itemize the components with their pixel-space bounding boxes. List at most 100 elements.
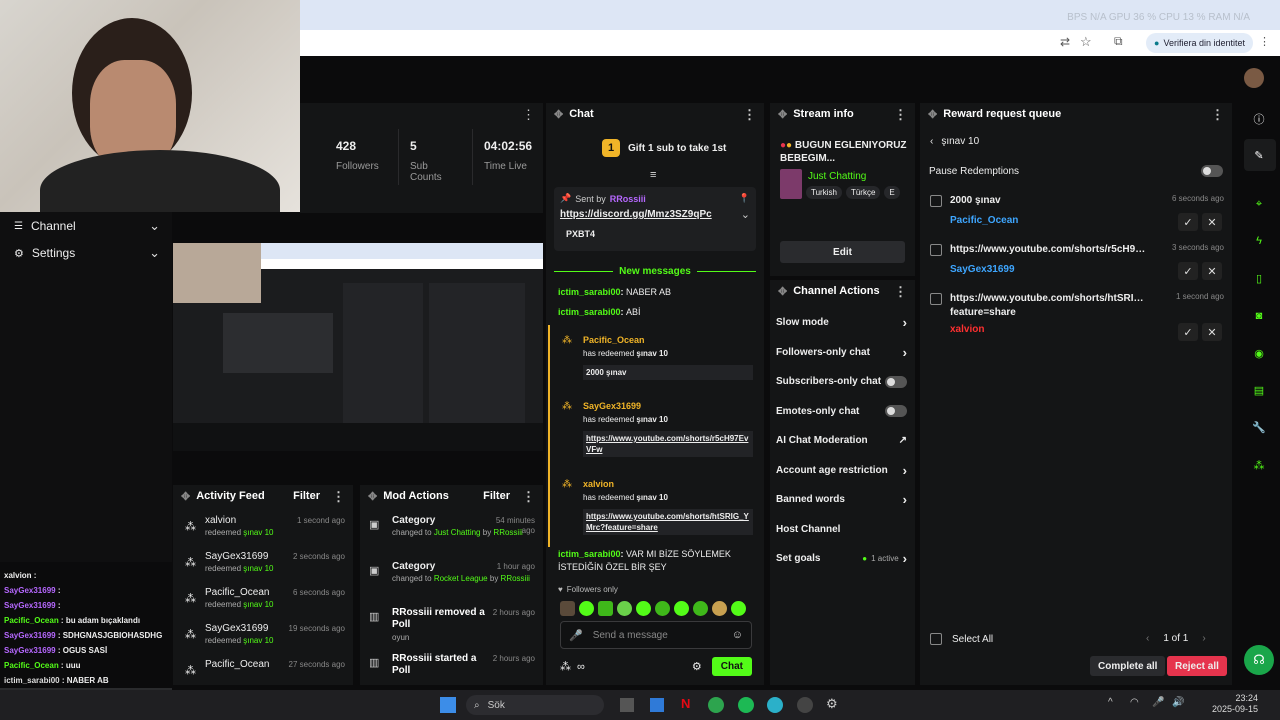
drag-handle-icon[interactable]: ✥ xyxy=(554,108,563,121)
redeem-input[interactable]: https://www.youtube.com/shorts/r5cH97EvV… xyxy=(583,431,753,457)
reward-user[interactable]: Pacific_Ocean xyxy=(950,215,1018,226)
app-icon[interactable] xyxy=(797,697,813,713)
wifi-icon[interactable]: ◠ xyxy=(1130,697,1139,708)
activity-item[interactable]: ⁂ xalvion 1 second ago redeemed şınav 10 xyxy=(173,515,353,551)
netflix-icon[interactable]: N xyxy=(681,696,690,711)
mod-filter-button[interactable]: Filter xyxy=(483,490,510,502)
drag-handle-icon[interactable]: ✥ xyxy=(928,108,937,121)
microphone-icon[interactable]: 🎤 xyxy=(569,629,583,642)
store-icon[interactable] xyxy=(650,698,664,712)
reward-checkbox[interactable] xyxy=(930,293,942,305)
reject-button[interactable]: ✕ xyxy=(1202,323,1222,341)
approve-button[interactable]: ✓ xyxy=(1178,323,1198,341)
select-all-checkbox[interactable] xyxy=(930,633,942,645)
mod-action-item[interactable]: ▣ Category 54 minutes ago changed to Just C… xyxy=(360,515,543,561)
reward-user[interactable]: SayGex31699 xyxy=(950,264,1015,275)
channel-action-item[interactable]: Subscribers-only chat xyxy=(770,367,915,397)
emote-icon[interactable] xyxy=(674,601,689,616)
redeem-user[interactable]: SayGex31699 xyxy=(583,401,641,411)
taskbar-search[interactable]: ⌕ Sök xyxy=(466,695,604,715)
chat-bubble-icon[interactable]: ◙ xyxy=(1251,308,1267,324)
speaker-icon[interactable]: 🔊 xyxy=(1172,697,1184,708)
clock[interactable]: 23:24 2025-09-15 xyxy=(1206,693,1258,715)
settings-app-icon[interactable]: ⚙ xyxy=(826,696,838,712)
chevron-left-icon[interactable]: ‹ xyxy=(1146,633,1149,644)
reject-button[interactable]: ✕ xyxy=(1202,262,1222,280)
broadcast-icon[interactable]: ◉ xyxy=(1251,345,1267,361)
stream-preview[interactable] xyxy=(173,243,543,451)
drag-handle-icon[interactable]: ✥ xyxy=(778,108,787,121)
pencil-icon[interactable]: ✎ xyxy=(1251,147,1267,163)
emote-icon[interactable] xyxy=(693,601,708,616)
chat-input[interactable]: 🎤 Send a message ☺ xyxy=(560,621,752,649)
windows-start-icon[interactable] xyxy=(440,697,456,713)
approve-button[interactable]: ✓ xyxy=(1178,213,1198,231)
edge-icon[interactable] xyxy=(767,697,783,713)
filter-lines-icon[interactable]: ≡ xyxy=(650,169,656,181)
tag-chip[interactable]: Turkish xyxy=(806,186,842,199)
document-icon[interactable]: ▯ xyxy=(1251,270,1267,286)
activity-filter-button[interactable]: Filter xyxy=(293,490,320,502)
emote-icon[interactable] xyxy=(731,601,746,616)
verify-identity-button[interactable]: ● Verifiera din identitet xyxy=(1146,33,1253,53)
bookmark-star-icon[interactable]: ☆ xyxy=(1080,34,1092,50)
more-icon[interactable]: ⋮ xyxy=(522,490,535,503)
tag-chip[interactable]: E xyxy=(884,186,900,199)
more-icon[interactable]: ⋮ xyxy=(1211,108,1224,121)
emote-icon[interactable] xyxy=(712,601,727,616)
info-icon[interactable]: ⓘ xyxy=(1251,111,1267,127)
reward-user[interactable]: xalvion xyxy=(950,324,984,335)
redeem-input[interactable]: https://www.youtube.com/shorts/htSRIG_YM… xyxy=(583,509,753,535)
activity-item[interactable]: ⁂ SayGex31699 19 seconds ago redeemed şınav… xyxy=(173,623,353,659)
emote-icon[interactable] xyxy=(655,601,670,616)
layout-icon[interactable]: ▤ xyxy=(1251,382,1267,398)
mod-action-item[interactable]: ▣ Category 1 hour ago changed to Rocket Lea… xyxy=(360,561,543,607)
emote-icon[interactable] xyxy=(560,601,575,616)
tray-chevron-icon[interactable]: ^ xyxy=(1108,697,1113,708)
browser-menu-icon[interactable]: ⋮ xyxy=(1259,35,1270,48)
channel-action-item[interactable]: Host Channel xyxy=(770,515,915,545)
chevron-right-icon[interactable]: › xyxy=(1202,633,1205,644)
chevron-down-icon[interactable]: ⌄ xyxy=(741,208,750,221)
file-explorer-icon[interactable] xyxy=(620,698,634,712)
gear-icon[interactable]: ⚙ xyxy=(692,660,702,673)
target-icon[interactable]: ⌖ xyxy=(1251,196,1267,212)
mic-icon[interactable]: 🎤 xyxy=(1152,697,1164,708)
drag-handle-icon[interactable]: ✥ xyxy=(368,490,377,503)
chat-username[interactable]: ictim_sarabi00 xyxy=(558,287,621,297)
more-icon[interactable]: ⋮ xyxy=(332,490,345,503)
channel-action-item[interactable]: AI Chat Moderation ↗ xyxy=(770,426,915,456)
activity-item[interactable]: ⁂ SayGex31699 2 seconds ago redeemed şınav … xyxy=(173,551,353,587)
more-icon[interactable]: ⋮ xyxy=(743,108,756,121)
channel-action-item[interactable]: Set goals ● 1 active › xyxy=(770,544,915,574)
redeem-user[interactable]: Pacific_Ocean xyxy=(583,335,645,345)
channel-action-item[interactable]: Banned words › xyxy=(770,485,915,515)
emote-icon[interactable] xyxy=(636,601,651,616)
chat-username[interactable]: ictim_sarabi00 xyxy=(558,307,621,317)
emoji-icon[interactable]: ☺ xyxy=(732,629,743,641)
reward-checkbox[interactable] xyxy=(930,195,942,207)
pinned-link[interactable]: https://discord.gg/Mmz3SZ9qPc xyxy=(560,209,712,220)
sidebar-item-channel[interactable]: ☰ Channel ⌄ xyxy=(14,218,160,234)
back-to-rewards[interactable]: ‹ şınav 10 xyxy=(930,136,979,147)
redeem-user[interactable]: xalvion xyxy=(583,479,614,489)
avatar[interactable] xyxy=(1244,68,1264,88)
pinned-user[interactable]: RRossiii xyxy=(610,194,646,204)
more-icon[interactable]: ⋮ xyxy=(522,108,535,121)
unpin-icon[interactable]: 📍 xyxy=(739,193,750,204)
emote-icon[interactable] xyxy=(598,601,613,616)
spotify-icon[interactable] xyxy=(738,697,754,713)
wrench-icon[interactable]: 🔧 xyxy=(1251,419,1267,435)
kick-logo-icon[interactable]: ⁂ xyxy=(560,660,571,673)
lightning-icon[interactable]: ϟ xyxy=(1251,233,1267,249)
emote-icon[interactable] xyxy=(617,601,632,616)
channel-action-item[interactable]: Followers-only chat › xyxy=(770,338,915,368)
more-icon[interactable]: ⋮ xyxy=(894,108,907,121)
channel-action-item[interactable]: Account age restriction › xyxy=(770,456,915,486)
mod-action-item[interactable]: ▥ RRossiii removed a Poll 2 hours ago oyun xyxy=(360,607,543,653)
channel-action-toggle[interactable] xyxy=(885,405,907,418)
reject-button[interactable]: ✕ xyxy=(1202,213,1222,231)
more-icon[interactable]: ⋮ xyxy=(894,285,907,298)
tag-chip[interactable]: Türkçe xyxy=(845,186,881,199)
support-button[interactable]: ☊ xyxy=(1244,645,1274,675)
